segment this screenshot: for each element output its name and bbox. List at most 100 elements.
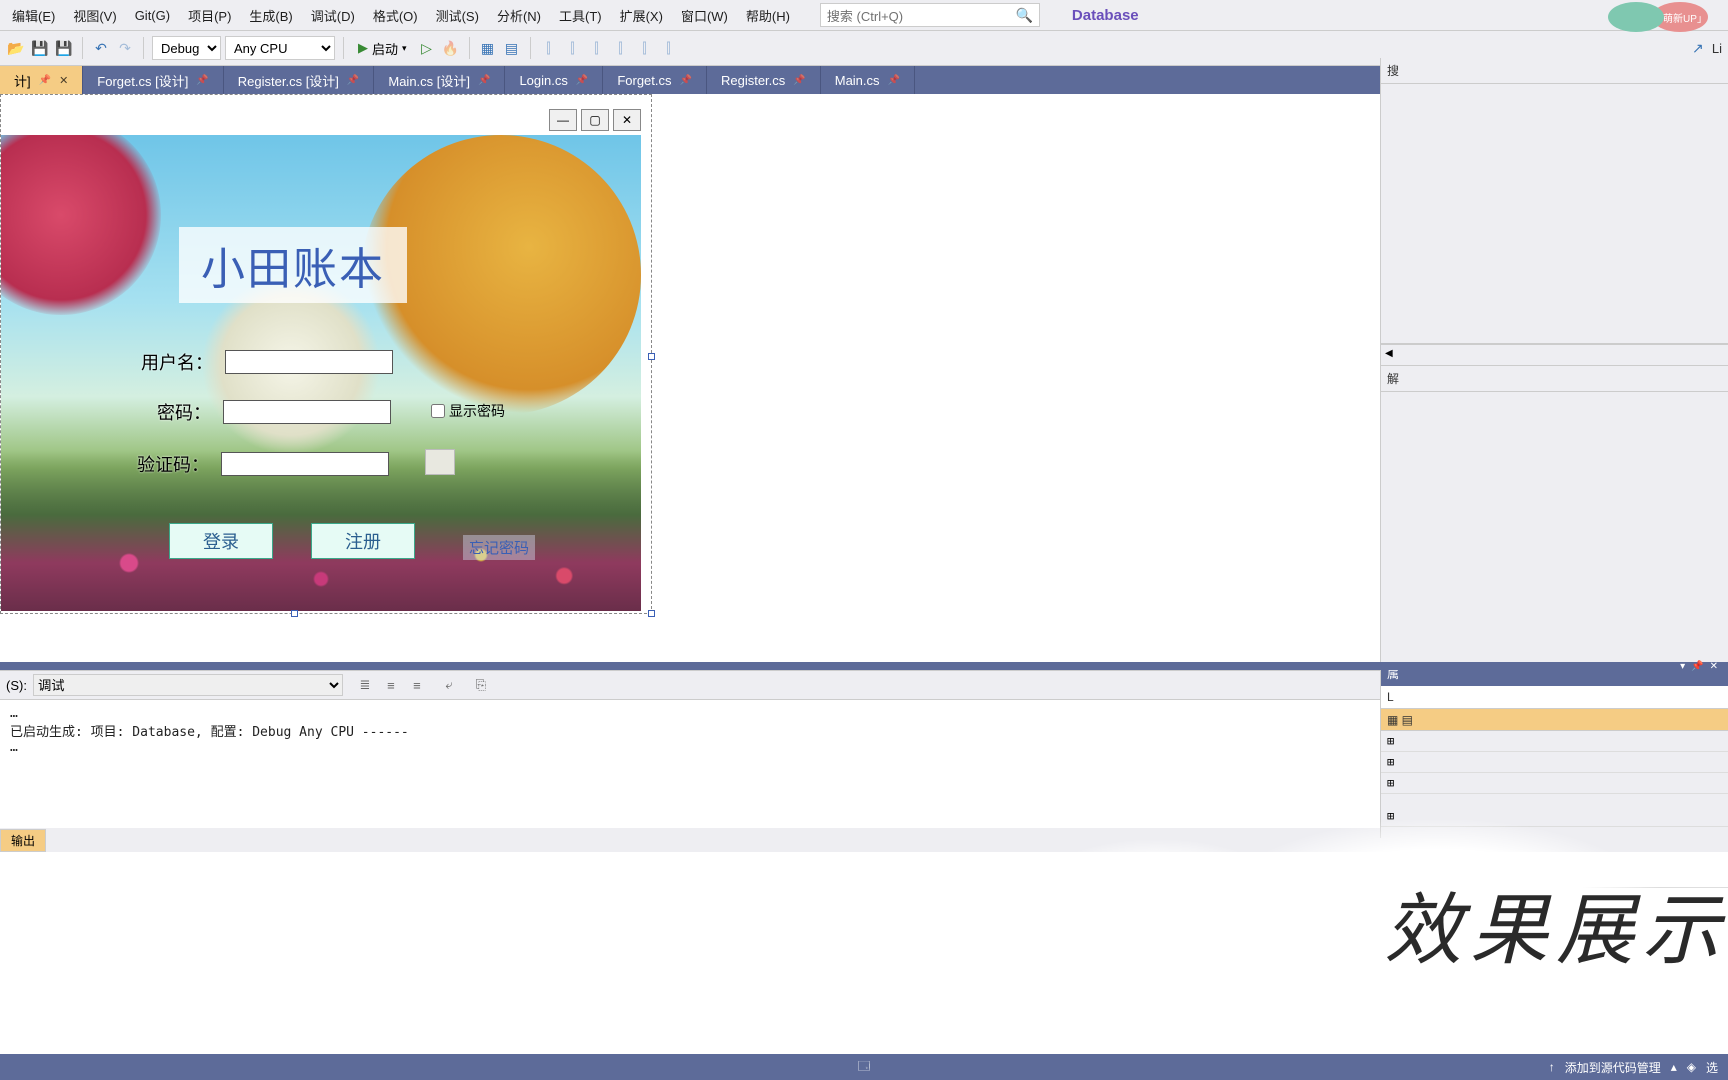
pin-icon[interactable]: 📌 bbox=[39, 75, 51, 86]
quick-search[interactable]: 搜索 (Ctrl+Q) 🔍 bbox=[820, 3, 1040, 27]
menu-help[interactable]: 帮助(H) bbox=[738, 2, 798, 29]
save-all-icon[interactable]: 💾 bbox=[54, 38, 74, 58]
solution-search[interactable]: 搜 bbox=[1381, 58, 1728, 84]
align3-icon[interactable]: ⫿ bbox=[587, 38, 607, 58]
output-icon[interactable]: ≡ bbox=[381, 675, 401, 695]
select-label[interactable]: 选 bbox=[1706, 1059, 1718, 1076]
output-icon[interactable]: ≡ bbox=[407, 675, 427, 695]
layout2-icon[interactable]: ▤ bbox=[502, 38, 522, 58]
output-divider[interactable]: ▾ 📌 ✕ bbox=[0, 662, 1728, 670]
menu-extensions[interactable]: 扩展(X) bbox=[612, 2, 671, 29]
output-icon[interactable]: ≣ bbox=[355, 675, 375, 695]
config-dropdown[interactable]: Debug bbox=[152, 36, 221, 60]
open-icon[interactable]: 📂 bbox=[6, 38, 26, 58]
pin-icon[interactable]: 📌 bbox=[680, 75, 692, 86]
tab-main-cs[interactable]: Main.cs📌 bbox=[821, 66, 915, 94]
resize-handle-right[interactable] bbox=[648, 353, 655, 360]
status-center-icon[interactable]: 🗔 bbox=[857, 1057, 870, 1078]
pin-icon[interactable]: 📌 bbox=[196, 75, 208, 86]
menu-tools[interactable]: 工具(T) bbox=[551, 2, 610, 29]
undo-icon[interactable]: ↶ bbox=[91, 38, 111, 58]
live-share[interactable]: Li bbox=[1712, 41, 1722, 56]
align4-icon[interactable]: ⫿ bbox=[611, 38, 631, 58]
play-noDebug-icon[interactable]: ▷ bbox=[417, 38, 437, 58]
menu-window[interactable]: 窗口(W) bbox=[673, 2, 736, 29]
output-wordwrap-icon[interactable]: ⤶ bbox=[439, 675, 459, 695]
pin-icon[interactable]: 📌 bbox=[347, 75, 359, 86]
property-selected[interactable]: L bbox=[1381, 686, 1728, 709]
align-icon[interactable]: ⫿ bbox=[539, 38, 559, 58]
username-input[interactable] bbox=[225, 350, 393, 374]
resize-handle-bottom[interactable] bbox=[291, 610, 298, 617]
pin-icon[interactable]: 📌 bbox=[1691, 661, 1703, 672]
chevron-up-icon[interactable]: ▴ bbox=[1671, 1060, 1677, 1074]
register-button[interactable]: 注册 bbox=[311, 523, 415, 559]
tab-forget-cs[interactable]: Forget.cs📌 bbox=[603, 66, 707, 94]
minimize-button[interactable]: — bbox=[549, 109, 577, 131]
share-icon[interactable]: ↗ bbox=[1688, 38, 1708, 58]
pin-icon[interactable]: 📌 bbox=[576, 75, 588, 86]
tab-register-design[interactable]: Register.cs [设计]📌 bbox=[224, 66, 375, 94]
select-repo-icon[interactable]: ◈ bbox=[1687, 1060, 1696, 1074]
menu-bar: 编辑(E) 视图(V) Git(G) 项目(P) 生成(B) 调试(D) 格式(… bbox=[0, 0, 1728, 30]
search-icon: 🔍 bbox=[1015, 7, 1032, 24]
redo-icon[interactable]: ↷ bbox=[115, 38, 135, 58]
prop-row[interactable]: ⊞ bbox=[1381, 773, 1728, 794]
save-icon[interactable]: 💾 bbox=[30, 38, 50, 58]
menu-edit[interactable]: 编辑(E) bbox=[4, 2, 63, 29]
dropdown-icon[interactable]: ▾ bbox=[1680, 661, 1685, 672]
badge-green bbox=[1608, 2, 1664, 32]
layout-icon[interactable]: ▦ bbox=[478, 38, 498, 58]
forgot-password-link[interactable]: 忘记密码 bbox=[463, 535, 535, 560]
menu-view[interactable]: 视图(V) bbox=[65, 2, 124, 29]
tab-login-cs[interactable]: Login.cs📌 bbox=[505, 66, 603, 94]
captcha-input[interactable] bbox=[221, 452, 389, 476]
solution-explorer[interactable] bbox=[1381, 84, 1728, 344]
resize-handle-corner[interactable] bbox=[648, 610, 655, 617]
menu-git[interactable]: Git(G) bbox=[127, 4, 178, 27]
prop-row[interactable]: ⊞ bbox=[1381, 731, 1728, 752]
add-to-source-control[interactable]: 添加到源代码管理 bbox=[1565, 1059, 1661, 1076]
tab-main-design[interactable]: Main.cs [设计]📌 bbox=[374, 66, 505, 94]
align5-icon[interactable]: ⫿ bbox=[635, 38, 655, 58]
prop-row[interactable]: ⊞ bbox=[1381, 752, 1728, 773]
output-clear-icon[interactable]: ⎘ bbox=[471, 675, 491, 695]
show-password-checkbox[interactable] bbox=[431, 404, 445, 418]
solution-tab[interactable]: 解 bbox=[1381, 366, 1728, 392]
pin-icon[interactable]: 📌 bbox=[793, 75, 805, 86]
menu-test[interactable]: 测试(S) bbox=[428, 2, 487, 29]
close-button[interactable]: ✕ bbox=[613, 109, 641, 131]
menu-analyze[interactable]: 分析(N) bbox=[489, 2, 549, 29]
align2-icon[interactable]: ⫿ bbox=[563, 38, 583, 58]
close-icon[interactable]: ✕ bbox=[1710, 661, 1718, 672]
watermark-text: 效果展示 bbox=[1384, 868, 1728, 980]
show-password[interactable]: 显示密码 bbox=[431, 401, 505, 421]
password-input[interactable] bbox=[223, 400, 391, 424]
captcha-image[interactable] bbox=[425, 449, 455, 475]
align6-icon[interactable]: ⫿ bbox=[659, 38, 679, 58]
tab-design-active[interactable]: 计]📌✕ bbox=[0, 66, 83, 94]
panel-nav[interactable]: ◀ bbox=[1381, 344, 1728, 366]
login-button[interactable]: 登录 bbox=[169, 523, 273, 559]
hot-reload-icon[interactable]: 🔥 bbox=[441, 38, 461, 58]
design-surface[interactable]: — ▢ ✕ 小田账本 用户名： 密码： 显示密码 bbox=[0, 94, 652, 614]
tab-forget-design[interactable]: Forget.cs [设计]📌 bbox=[83, 66, 223, 94]
pin-icon[interactable]: 📌 bbox=[888, 75, 900, 86]
show-password-label: 显示密码 bbox=[449, 401, 505, 421]
pin-icon[interactable]: 📌 bbox=[478, 75, 490, 86]
start-button[interactable]: ▶启动▾ bbox=[352, 37, 413, 60]
captcha-label: 验证码： bbox=[137, 451, 209, 477]
menu-debug[interactable]: 调试(D) bbox=[303, 2, 363, 29]
app-title: 小田账本 bbox=[179, 227, 407, 303]
menu-build[interactable]: 生成(B) bbox=[241, 2, 300, 29]
output-source-select[interactable]: 调试 bbox=[33, 674, 343, 696]
property-toolbar[interactable]: ▦ ▤ bbox=[1381, 709, 1728, 731]
output-tab[interactable]: 输出 bbox=[0, 829, 46, 852]
close-icon[interactable]: ✕ bbox=[59, 74, 68, 87]
username-label: 用户名： bbox=[141, 349, 213, 375]
platform-dropdown[interactable]: Any CPU bbox=[225, 36, 335, 60]
menu-project[interactable]: 项目(P) bbox=[180, 2, 239, 29]
maximize-button[interactable]: ▢ bbox=[581, 109, 609, 131]
menu-format[interactable]: 格式(O) bbox=[365, 2, 426, 29]
tab-register-cs[interactable]: Register.cs📌 bbox=[707, 66, 821, 94]
